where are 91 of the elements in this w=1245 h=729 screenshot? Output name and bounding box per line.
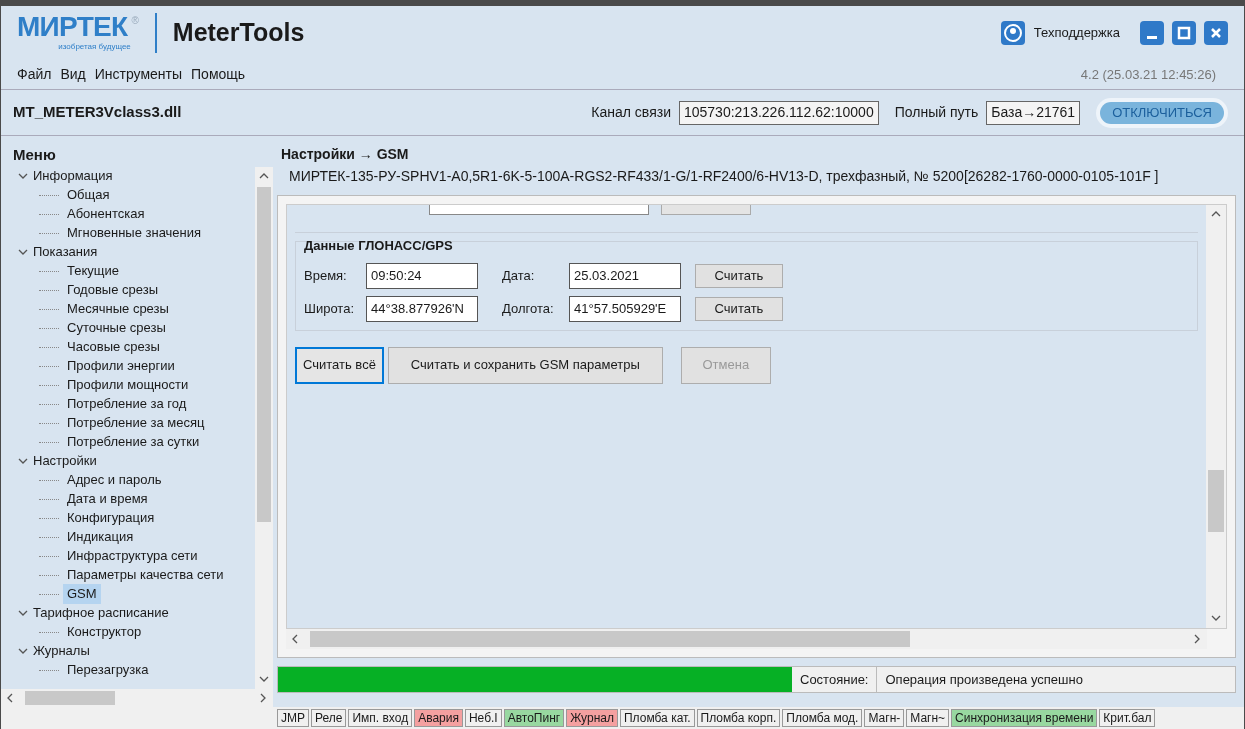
brand-logo: МИРТЕК — [17, 13, 128, 41]
horizontal-scrollbar[interactable] — [286, 629, 1207, 649]
tree-item[interactable]: Мгновенные значения — [63, 223, 206, 243]
status-flag: Магн~ — [906, 709, 950, 727]
maximize-button[interactable] — [1172, 21, 1196, 45]
path-label: Полный путь — [894, 103, 979, 122]
close-icon — [1209, 26, 1223, 40]
scroll-thumb[interactable] — [25, 691, 115, 705]
status-flag: Пломба корп. — [696, 709, 781, 727]
sidebar-title: Меню — [12, 145, 57, 165]
breadcrumb: Настройки → GSM — [280, 145, 410, 164]
tree-item[interactable]: Инфраструктура сети — [63, 546, 202, 566]
read-button[interactable]: Считать — [695, 297, 783, 321]
tree-item[interactable]: Перезагрузка — [63, 660, 153, 680]
status-flag: Реле — [311, 709, 347, 727]
status-flag: Журнал — [566, 709, 618, 727]
menu-item[interactable]: Файл — [17, 64, 52, 85]
tree-item[interactable]: GSM — [63, 584, 101, 604]
tree-item[interactable]: Месячные срезы — [63, 299, 173, 319]
device-serial: [26282-1760-0000-0105-101F ] — [963, 166, 1159, 186]
tree-item[interactable]: Потребление за сутки — [63, 432, 204, 452]
tree-item[interactable]: Индикация — [63, 527, 138, 547]
status-flag: Крит.бал — [1099, 709, 1156, 727]
read-button[interactable]: Считать — [695, 264, 783, 288]
field-label: Долгота: — [501, 300, 555, 319]
support-link[interactable]: Техподдержка — [1033, 23, 1120, 43]
tree-item[interactable]: Текущие — [63, 261, 123, 281]
tree-item[interactable]: Общая — [63, 185, 114, 205]
tree-item[interactable]: Потребление за год — [63, 394, 191, 414]
driver-name: MT_METER3Vclass3.dll — [13, 102, 182, 123]
menu-item[interactable]: Помощь — [191, 64, 246, 85]
field-label: Широта: — [304, 300, 355, 319]
support-icon[interactable] — [999, 20, 1026, 46]
input-field[interactable]: 09:50:24 — [366, 263, 478, 289]
group-title: Данные ГЛОНАСС/GPS — [304, 237, 454, 255]
menu-item[interactable]: Вид — [60, 64, 86, 85]
status-flag: Авария — [414, 709, 463, 727]
horizontal-scrollbar[interactable] — [1, 689, 273, 707]
status-flag: Имп. вход — [348, 709, 413, 727]
close-button[interactable] — [1204, 21, 1228, 45]
tree-item[interactable]: Параметры качества сети — [63, 565, 228, 585]
app-title: MeterTools — [172, 17, 305, 49]
tree-item[interactable]: Конфигурация — [63, 508, 159, 528]
version-label: 4.2 (25.03.21 12:45:26) — [1080, 65, 1216, 84]
logo-tagline: изобретая будущее — [58, 41, 131, 53]
device-description: МИРТЕК-135-РУ-SPHV1-A0,5R1-6K-5-100A-RGS2-RF433/1-G/1-RF2400/6-HV13-D, трехфазный, № 5200 — [289, 166, 964, 186]
vertical-scrollbar[interactable] — [255, 166, 273, 689]
tree-item[interactable]: Профили энергии — [63, 356, 179, 376]
tree-item[interactable]: Профили мощности — [63, 375, 193, 395]
status-flag: АвтоПинг — [503, 709, 565, 727]
tree-item[interactable]: Адрес и пароль — [63, 470, 166, 490]
status-label: Состояние: — [792, 667, 878, 692]
tree-item[interactable]: Абонентская — [63, 204, 149, 224]
tree-item[interactable]: Потребление за месяц — [63, 413, 209, 433]
status-flag: Синхронизация времени — [951, 709, 1098, 727]
status-flag: Неб.I — [464, 709, 502, 727]
status-message: Операция произведена успешно — [884, 670, 1084, 689]
tree-item[interactable]: Показания — [33, 242, 98, 262]
input-field[interactable]: 25.03.2021 — [569, 263, 681, 289]
field-label: Время: — [304, 267, 348, 286]
scroll-thumb[interactable] — [310, 631, 910, 647]
cut-off-field[interactable] — [429, 205, 649, 215]
action-button[interactable]: Считать и сохранить GSM параметры — [387, 346, 663, 384]
field-label: Дата: — [501, 267, 536, 286]
channel-field[interactable]: 105730:213.226.112.62:10000 — [678, 100, 879, 125]
action-button[interactable]: Считать всё — [295, 346, 384, 384]
input-field[interactable]: 41°57.505929'E — [569, 296, 681, 322]
status-flag: Пломба мод. — [782, 709, 863, 727]
tree-item[interactable]: Годовые срезы — [63, 280, 162, 300]
status-flag: Пломба кат. — [619, 709, 695, 727]
channel-label: Канал связи — [591, 103, 671, 122]
tree-item[interactable]: Суточные срезы — [63, 318, 170, 338]
minimize-icon — [1147, 35, 1157, 39]
scroll-thumb[interactable] — [257, 186, 271, 522]
path-field[interactable]: База→21761 — [986, 100, 1081, 125]
status-flag: JMP — [277, 709, 309, 727]
maximize-icon — [1177, 26, 1191, 40]
tree-item[interactable]: Дата и время — [63, 489, 152, 509]
input-field[interactable]: 44°38.877926'N — [366, 296, 478, 322]
vertical-scrollbar[interactable] — [1206, 205, 1226, 628]
tree-item[interactable]: Настройки — [33, 451, 97, 471]
tree-item[interactable]: Информация — [33, 166, 113, 186]
tree-item[interactable]: Тарифное расписание — [33, 603, 169, 623]
registered-mark: ® — [131, 14, 139, 28]
minimize-button[interactable] — [1140, 21, 1164, 45]
menu-item[interactable]: Инструменты — [94, 64, 183, 85]
status-flag: Магн- — [864, 709, 905, 727]
tree-item[interactable]: Журналы — [33, 641, 90, 661]
scroll-thumb[interactable] — [1208, 470, 1224, 532]
tree-item[interactable]: Часовые срезы — [63, 337, 164, 357]
tree-item[interactable]: Конструктор — [63, 622, 146, 642]
